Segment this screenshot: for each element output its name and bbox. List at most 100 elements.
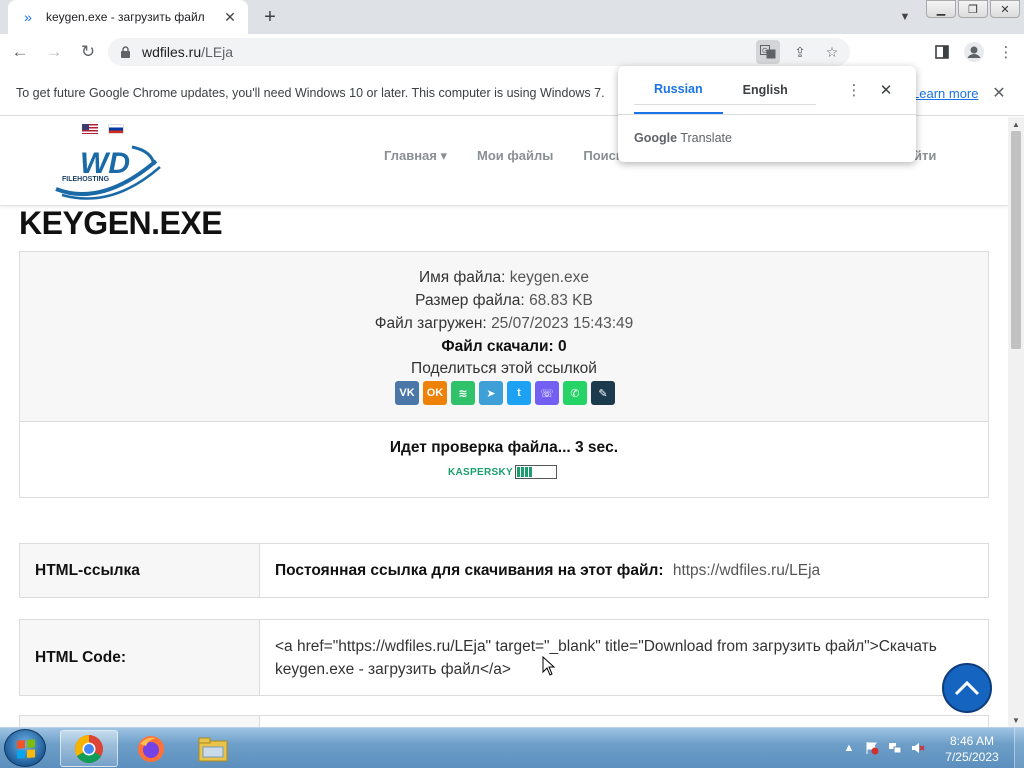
next-row-label — [20, 716, 260, 727]
clock-time: 8:46 AM — [949, 734, 995, 748]
antivirus-check: Идет проверка файла... 3 sec. KASPERSKY — [20, 421, 988, 497]
address-bar[interactable]: wdfiles.ru/LEja G ⇪ ☆ — [108, 38, 850, 66]
next-row-value — [260, 716, 988, 727]
odnoklassniki-share-icon[interactable]: OK — [423, 381, 447, 405]
taskbar-clock[interactable]: 8:46 AM 7/25/2023 — [936, 733, 1008, 765]
scroll-down-arrow-icon[interactable]: ▼ — [1008, 713, 1024, 727]
nav-login[interactable]: йти — [914, 148, 936, 163]
translate-more-icon[interactable]: ⋮ — [844, 80, 864, 100]
english-flag-icon[interactable] — [82, 124, 98, 134]
scroll-up-arrow-icon[interactable]: ▲ — [1008, 117, 1024, 131]
html-link-row: HTML-ссылка Постоянная ссылка для скачив… — [19, 543, 989, 598]
mail-agent-share-icon[interactable]: ≋ — [451, 381, 475, 405]
browser-tab[interactable]: » keygen.exe - загрузить файл ✕ — [8, 0, 248, 34]
folder-icon — [198, 737, 228, 761]
nav-home[interactable]: Главная ▾ — [384, 148, 447, 164]
forward-button[interactable]: → — [40, 38, 68, 66]
whatsapp-share-icon[interactable]: ✆ — [563, 381, 587, 405]
new-tab-button[interactable]: + — [258, 6, 282, 28]
svg-text:G: G — [762, 47, 767, 55]
telegram-share-icon[interactable]: ➤ — [479, 381, 503, 405]
google-translate-brand: Google Translate — [634, 131, 732, 145]
taskbar-firefox[interactable] — [122, 730, 180, 767]
mouse-cursor-icon — [542, 656, 556, 676]
nav-search[interactable]: Поиск — [583, 148, 622, 164]
html-link-value[interactable]: Постоянная ссылка для скачивания на этот… — [260, 544, 988, 597]
tab-search-chevron-icon[interactable]: ▼ — [896, 8, 914, 26]
chrome-icon — [75, 734, 103, 763]
translate-tab-russian[interactable]: Russian — [634, 66, 723, 114]
show-desktop-button[interactable] — [1014, 728, 1024, 768]
translate-brand-text: Translate — [680, 131, 732, 145]
url-text[interactable]: wdfiles.ru/LEja — [142, 44, 233, 60]
kaspersky-logo: KASPERSKY — [448, 466, 513, 478]
tab-close-icon[interactable]: ✕ — [222, 9, 238, 25]
logo-subtext: FILEHOSTING — [62, 176, 110, 183]
kebab-menu-icon[interactable]: ⋮ — [992, 38, 1020, 66]
html-code-label: HTML Code: — [20, 620, 260, 695]
translate-popup: Russian English ⋮ ✕ Google Translate — [618, 66, 916, 162]
translate-close-icon[interactable]: ✕ — [876, 80, 896, 100]
file-info-box: Имя файла: keygen.exe Размер файла: 68.8… — [19, 251, 989, 498]
tab-title: keygen.exe - загрузить файл — [46, 10, 205, 24]
next-row — [19, 715, 989, 727]
taskbar-chrome[interactable] — [60, 730, 118, 767]
taskbar-explorer[interactable] — [184, 730, 242, 767]
tab-strip: » keygen.exe - загрузить файл ✕ + ▼ ▁ ❐ … — [0, 0, 1024, 34]
site-logo[interactable]: WD FILEHOSTING — [52, 137, 162, 201]
scrollbar-thumb[interactable] — [1011, 131, 1021, 349]
infobar-message: To get future Google Chrome updates, you… — [16, 85, 605, 100]
page-title: KEYGEN.EXE — [19, 205, 223, 241]
vk-share-icon[interactable]: VK — [395, 381, 419, 405]
lock-icon[interactable] — [120, 46, 132, 58]
page-viewport: WD FILEHOSTING Главная ▾ Мои файлы Поиск… — [0, 117, 1008, 727]
permanent-link-url[interactable]: https://wdfiles.ru/LEja — [673, 562, 820, 579]
firefox-icon — [138, 735, 164, 762]
nav-my-files[interactable]: Мои файлы — [477, 148, 553, 164]
url-path: /LEja — [201, 44, 234, 60]
file-uploaded-label: Файл загружен: — [374, 315, 487, 332]
site-nav: Главная ▾ Мои файлы Поиск — [384, 148, 652, 164]
russian-flag-icon[interactable] — [108, 124, 124, 134]
windows-taskbar: ▲ 8:46 AM 7/25/2023 — [0, 727, 1024, 768]
file-name-line: Имя файла: keygen.exe — [20, 269, 988, 287]
file-name-value: keygen.exe — [509, 269, 590, 286]
file-size-value: 68.83 KB — [529, 292, 593, 309]
learn-more-link[interactable]: Learn more — [912, 86, 978, 101]
volume-muted-icon[interactable] — [909, 739, 927, 757]
system-tray: ▲ — [840, 728, 932, 768]
restore-button[interactable]: ❐ — [958, 0, 988, 18]
browser-toolbar: ← → ↻ wdfiles.ru/LEja G ⇪ ☆ ⋮ — [0, 34, 1024, 70]
share-label: Поделиться этой ссылкой — [411, 360, 597, 377]
page-scrollbar[interactable]: ▲ ▼ — [1008, 117, 1024, 727]
translate-icon[interactable]: G — [756, 40, 780, 64]
side-panel-icon[interactable] — [928, 38, 956, 66]
viber-share-icon[interactable]: ☏ — [535, 381, 559, 405]
scroll-to-top-button[interactable] — [942, 663, 992, 713]
action-center-flag-icon[interactable] — [863, 739, 881, 757]
profile-avatar-icon[interactable] — [960, 38, 988, 66]
infobar-close-icon[interactable]: ✕ — [990, 84, 1008, 102]
back-button[interactable]: ← — [6, 38, 34, 66]
checking-status: Идет проверка файла... 3 sec. — [389, 439, 619, 456]
minimize-button[interactable]: ▁ — [926, 0, 956, 18]
start-button[interactable] — [4, 729, 46, 767]
scan-progress-fill — [516, 467, 533, 477]
close-window-button[interactable]: ✕ — [990, 0, 1020, 18]
translate-tab-english[interactable]: English — [723, 66, 808, 114]
reload-button[interactable]: ↻ — [74, 38, 102, 66]
show-hidden-icons-arrow-icon[interactable]: ▲ — [840, 739, 858, 757]
html-code-row: HTML Code: <a href="https://wdfiles.ru/L… — [19, 619, 989, 696]
twitter-share-icon[interactable]: t — [507, 381, 531, 405]
livejournal-share-icon[interactable]: ✎ — [591, 381, 615, 405]
bookmark-star-icon[interactable]: ☆ — [820, 40, 844, 64]
url-host: wdfiles.ru — [142, 44, 202, 60]
html-code-value[interactable]: <a href="https://wdfiles.ru/LEja" target… — [260, 620, 988, 695]
network-icon[interactable] — [886, 739, 904, 757]
social-share-buttons: VK OK ≋ ➤ t ☏ ✆ ✎ — [395, 381, 619, 405]
share-icon[interactable]: ⇪ — [788, 40, 812, 64]
google-brand-text: Google — [634, 131, 678, 145]
file-uploaded-line: Файл загружен: 25/07/2023 15:43:49 — [20, 315, 988, 333]
scan-progress-bar — [514, 465, 557, 479]
window-controls: ▁ ❐ ✕ — [924, 0, 1020, 18]
